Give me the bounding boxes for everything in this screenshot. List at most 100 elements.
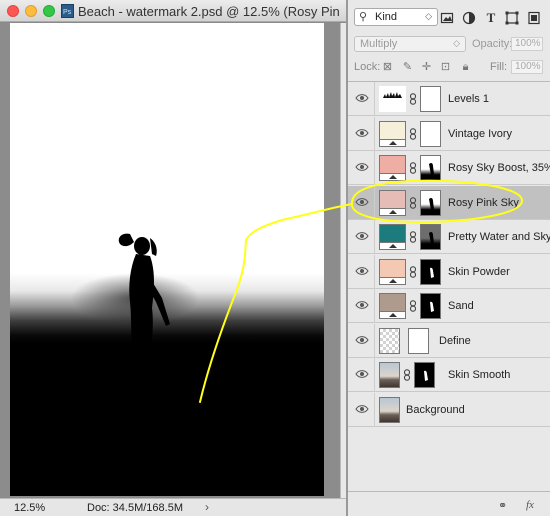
layer-mask-thumbnail[interactable]	[420, 120, 441, 147]
image-canvas[interactable]	[10, 23, 324, 496]
mask-link-icon[interactable]	[409, 127, 417, 140]
layer-mask-thumbnail[interactable]	[420, 293, 441, 319]
visibility-eye-icon[interactable]	[355, 266, 369, 276]
image-layer-thumbnail[interactable]	[379, 396, 400, 423]
layer-row[interactable]: Skin Smooth	[348, 358, 550, 392]
lock-pixels-icon[interactable]: ✎	[401, 61, 414, 74]
lock-position-icon[interactable]: ✛	[420, 61, 433, 74]
visibility-eye-icon[interactable]	[355, 162, 369, 172]
color-fill-thumbnail[interactable]	[379, 224, 406, 250]
color-fill-thumbnail[interactable]	[379, 120, 406, 147]
mask-link-icon[interactable]	[409, 196, 417, 209]
layer-row[interactable]: Levels 1	[348, 82, 550, 116]
mask-link-icon[interactable]	[409, 265, 417, 278]
layer-name[interactable]: Sand	[448, 300, 474, 312]
opacity-field[interactable]: 100%	[511, 37, 543, 51]
row-divider	[374, 82, 375, 116]
visibility-eye-icon[interactable]	[355, 93, 369, 103]
color-fill-thumbnail[interactable]	[379, 155, 406, 181]
visibility-eye-icon[interactable]	[355, 231, 369, 241]
layer-mask-thumbnail[interactable]	[420, 258, 441, 285]
row-divider	[374, 116, 375, 151]
title-bar[interactable]: Ps Beach - watermark 2.psd @ 12.5% (Rosy…	[0, 0, 346, 22]
layers-panel: ⚲ Kind ◇ T Multiply ◇ Opacity: 100% Lock…	[346, 0, 550, 516]
layer-row[interactable]: Pretty Water and Sky	[348, 220, 550, 254]
blend-mode-select[interactable]: Multiply ◇	[354, 36, 466, 52]
layer-row[interactable]: Sand	[348, 289, 550, 323]
row-divider	[374, 220, 375, 254]
color-fill-thumbnail[interactable]	[379, 189, 406, 216]
layer-name[interactable]: Background	[406, 404, 465, 416]
mask-link-icon[interactable]	[409, 231, 417, 243]
image-filter-icon[interactable]	[440, 11, 454, 25]
document-size: Doc: 34.5M/168.5M	[87, 502, 183, 514]
lock-transparency-icon[interactable]: ⊠	[381, 61, 394, 74]
layer-mask-thumbnail[interactable]	[408, 327, 429, 354]
layer-row[interactable]: Vintage Ivory	[348, 116, 550, 151]
lock-all-icon[interactable]: 🔒︎	[459, 61, 472, 74]
layer-name[interactable]: Levels 1	[448, 93, 489, 105]
minimize-window-button[interactable]	[25, 5, 37, 17]
visibility-eye-icon[interactable]	[355, 197, 369, 207]
visibility-eye-icon[interactable]	[355, 335, 369, 345]
document-window: Ps Beach - watermark 2.psd @ 12.5% (Rosy…	[0, 0, 346, 516]
layer-row[interactable]: Skin Powder	[348, 254, 550, 289]
visibility-eye-icon[interactable]	[355, 128, 369, 138]
opacity-label: Opacity:	[472, 38, 513, 50]
layer-mask-thumbnail[interactable]	[420, 155, 441, 181]
mask-link-icon[interactable]	[409, 300, 417, 312]
layer-name[interactable]: Rosy Sky Boost, 35%	[448, 162, 550, 174]
smart-object-filter-icon[interactable]	[527, 11, 541, 25]
fill-field[interactable]: 100%	[511, 60, 543, 74]
layer-row[interactable]: Rosy Sky Boost, 35%	[348, 151, 550, 185]
mask-link-icon[interactable]	[403, 369, 411, 381]
layer-name[interactable]: Define	[439, 335, 471, 347]
levels-adjustment-thumbnail[interactable]	[379, 86, 406, 112]
layer-name[interactable]: Pretty Water and Sky	[448, 231, 550, 243]
type-filter-icon[interactable]: T	[484, 11, 498, 25]
layer-mask-thumbnail[interactable]	[420, 189, 441, 216]
zoom-window-button[interactable]	[43, 5, 55, 17]
layer-mask-thumbnail[interactable]	[420, 224, 441, 250]
visibility-eye-icon[interactable]	[355, 404, 369, 414]
blend-mode-label: Multiply	[360, 38, 398, 50]
filter-kind-select[interactable]: ⚲ Kind ◇	[354, 8, 438, 26]
zoom-level[interactable]: 12.5%	[14, 502, 45, 514]
color-fill-thumbnail[interactable]	[379, 258, 406, 285]
artboard-lock-icon[interactable]: ⊡	[439, 61, 452, 74]
visibility-eye-icon[interactable]	[355, 369, 369, 379]
layer-mask-thumbnail[interactable]	[414, 362, 435, 388]
layer-name[interactable]: Rosy Pink Sky	[448, 197, 519, 209]
layer-name[interactable]: Skin Smooth	[448, 369, 510, 381]
row-divider	[374, 323, 375, 358]
layer-row[interactable]: Rosy Pink Sky	[348, 185, 550, 220]
close-window-button[interactable]	[7, 5, 19, 17]
filter-row: ⚲ Kind ◇ T	[348, 6, 550, 30]
layer-row[interactable]: Define	[348, 323, 550, 358]
mask-link-icon[interactable]	[409, 93, 417, 105]
row-divider	[374, 392, 375, 427]
canvas-area[interactable]	[0, 23, 340, 498]
adjustment-filter-icon[interactable]	[462, 11, 476, 25]
row-divider	[374, 254, 375, 289]
color-fill-thumbnail[interactable]	[379, 293, 406, 319]
layer-name[interactable]: Skin Powder	[448, 266, 510, 278]
filter-kind-label: Kind	[375, 11, 398, 23]
row-divider	[374, 358, 375, 392]
lock-row: Lock: ⊠ ✎ ✛ ⊡ 🔒︎ Fill: 100%	[348, 58, 550, 78]
psd-file-icon: Ps	[61, 4, 74, 18]
shape-filter-icon[interactable]	[505, 11, 519, 25]
layer-row[interactable]: Background	[348, 392, 550, 427]
visibility-eye-icon[interactable]	[355, 300, 369, 310]
row-divider	[374, 289, 375, 323]
link-layers-icon[interactable]: ⚭	[498, 499, 507, 512]
document-title: Beach - watermark 2.psd @ 12.5% (Rosy Pi…	[78, 4, 340, 19]
layer-name[interactable]: Vintage Ivory	[448, 128, 512, 140]
status-menu-arrow-icon[interactable]: ›	[205, 500, 209, 514]
mask-link-icon[interactable]	[409, 162, 417, 174]
search-icon: ⚲	[359, 11, 368, 23]
image-layer-thumbnail[interactable]	[379, 362, 400, 388]
fx-icon[interactable]: fx	[526, 499, 534, 511]
layer-mask-thumbnail[interactable]	[420, 86, 441, 112]
transparent-layer-thumbnail[interactable]	[379, 327, 400, 354]
